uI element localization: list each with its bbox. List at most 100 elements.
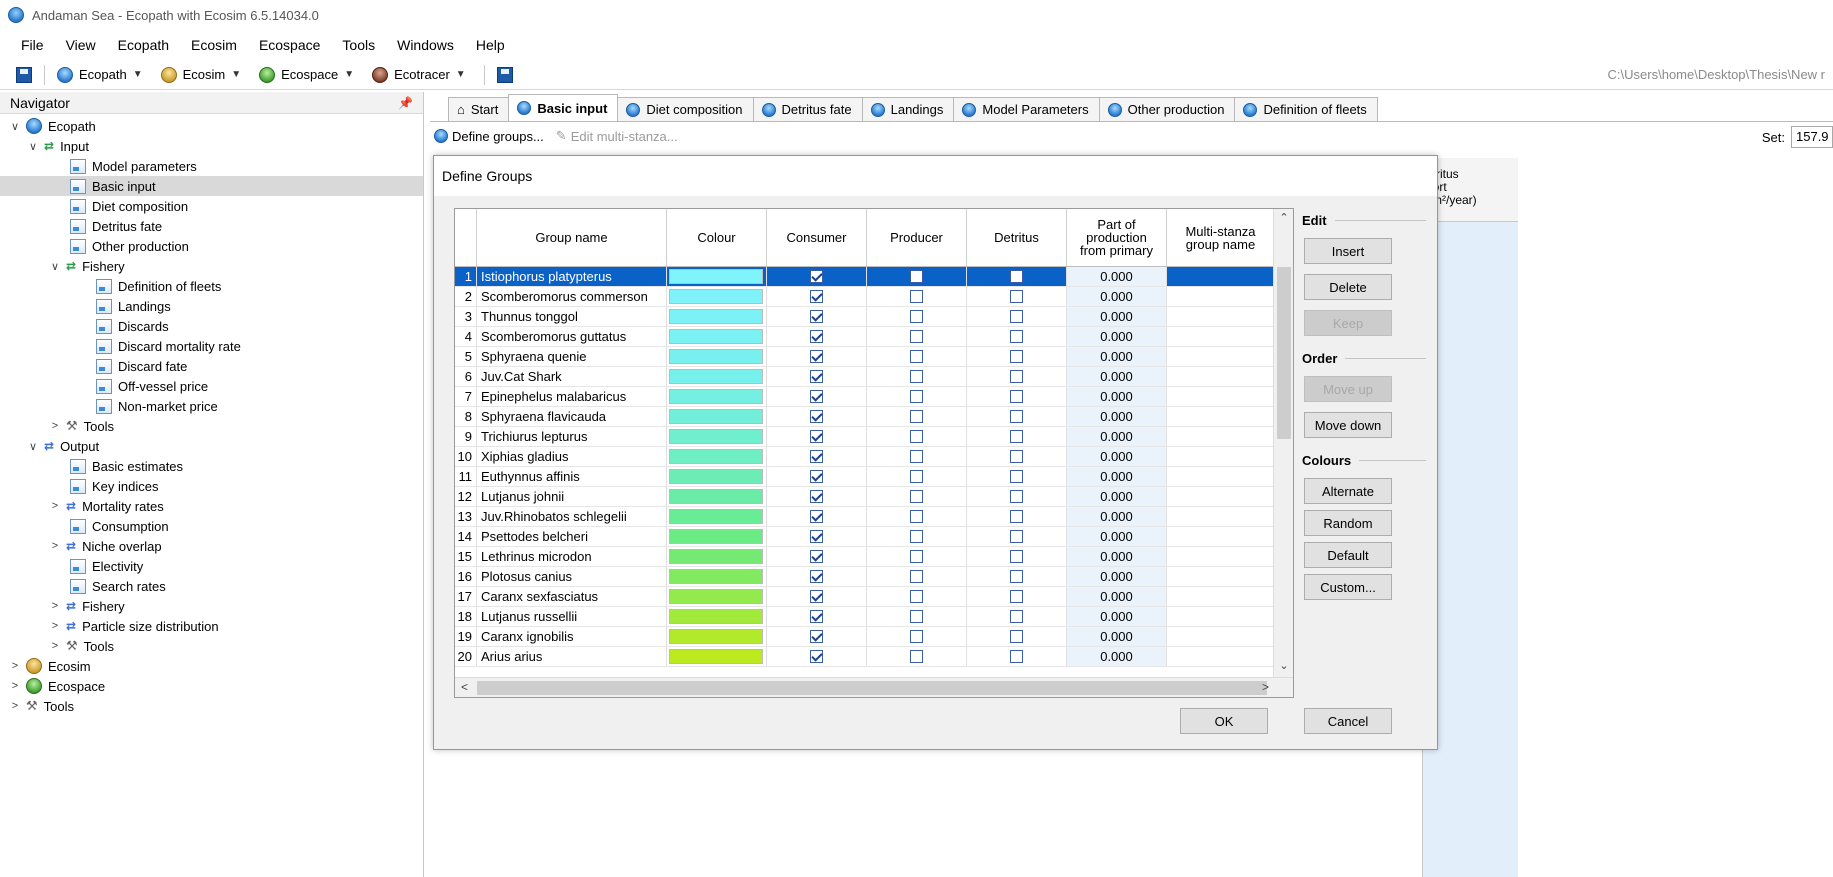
consumer-cell[interactable] [767, 527, 867, 546]
detritus-cell[interactable] [967, 647, 1067, 666]
consumer-checkbox[interactable] [810, 430, 823, 443]
detritus-checkbox[interactable] [1010, 270, 1023, 283]
producer-cell[interactable] [867, 487, 967, 506]
detritus-cell[interactable] [967, 407, 1067, 426]
part-of-production-cell[interactable]: 0.000 [1067, 347, 1167, 366]
detritus-checkbox[interactable] [1010, 350, 1023, 363]
scroll-down-icon[interactable]: ⌄ [1274, 659, 1293, 677]
producer-cell[interactable] [867, 307, 967, 326]
expand-down-icon[interactable]: ∨ [26, 440, 40, 453]
expand-right-icon[interactable]: > [48, 640, 62, 652]
producer-cell[interactable] [867, 627, 967, 646]
producer-checkbox[interactable] [910, 570, 923, 583]
expand-right-icon[interactable]: > [48, 600, 62, 612]
col-header-colour[interactable]: Colour [667, 209, 767, 266]
consumer-checkbox[interactable] [810, 470, 823, 483]
table-row[interactable]: 2 Scomberomorus commerson 0.000 [455, 287, 1275, 307]
detritus-checkbox[interactable] [1010, 650, 1023, 663]
ecosim-dropdown-button[interactable]: Ecosim ▼ [155, 65, 254, 85]
random-button[interactable]: Random [1304, 510, 1392, 536]
group-name-cell[interactable]: Juv.Rhinobatos schlegelii [477, 507, 667, 526]
detritus-cell[interactable] [967, 287, 1067, 306]
save-button[interactable] [10, 65, 38, 85]
nav-item[interactable]: > Ecosim [0, 656, 423, 676]
consumer-checkbox[interactable] [810, 570, 823, 583]
insert-button[interactable]: Insert [1304, 238, 1392, 264]
multistanza-cell[interactable] [1167, 567, 1275, 586]
consumer-checkbox[interactable] [810, 390, 823, 403]
tab-diet-composition[interactable]: Diet composition [617, 97, 754, 121]
multistanza-cell[interactable] [1167, 327, 1275, 346]
expand-right-icon[interactable]: > [48, 500, 62, 512]
consumer-checkbox[interactable] [810, 490, 823, 503]
detritus-cell[interactable] [967, 487, 1067, 506]
nav-item[interactable]: Discard mortality rate [0, 336, 423, 356]
menu-ecosim[interactable]: Ecosim [180, 33, 248, 57]
producer-checkbox[interactable] [910, 290, 923, 303]
multistanza-cell[interactable] [1167, 487, 1275, 506]
producer-cell[interactable] [867, 567, 967, 586]
grid-vertical-scrollbar[interactable]: ⌃ ⌄ [1273, 209, 1293, 679]
producer-checkbox[interactable] [910, 650, 923, 663]
save-as-button[interactable] [491, 65, 519, 85]
nav-item[interactable]: Basic estimates [0, 456, 423, 476]
detritus-cell[interactable] [967, 507, 1067, 526]
group-name-cell[interactable]: Sphyraena quenie [477, 347, 667, 366]
part-of-production-cell[interactable]: 0.000 [1067, 267, 1167, 286]
table-row[interactable]: 14 Psettodes belcheri 0.000 [455, 527, 1275, 547]
nav-item[interactable]: Electivity [0, 556, 423, 576]
multistanza-cell[interactable] [1167, 267, 1275, 286]
nav-item[interactable]: > ⚒ Tools [0, 696, 423, 716]
consumer-cell[interactable] [767, 327, 867, 346]
producer-cell[interactable] [867, 507, 967, 526]
producer-cell[interactable] [867, 327, 967, 346]
producer-cell[interactable] [867, 447, 967, 466]
group-name-cell[interactable]: Lutjanus russellii [477, 607, 667, 626]
colour-cell[interactable] [667, 567, 767, 586]
part-of-production-cell[interactable]: 0.000 [1067, 487, 1167, 506]
detritus-checkbox[interactable] [1010, 410, 1023, 423]
detritus-checkbox[interactable] [1010, 590, 1023, 603]
menu-help[interactable]: Help [465, 33, 516, 57]
part-of-production-cell[interactable]: 0.000 [1067, 287, 1167, 306]
detritus-checkbox[interactable] [1010, 630, 1023, 643]
detritus-cell[interactable] [967, 527, 1067, 546]
col-header-detritus[interactable]: Detritus [967, 209, 1067, 266]
nav-item[interactable]: Other production [0, 236, 423, 256]
consumer-cell[interactable] [767, 447, 867, 466]
nav-item[interactable]: Key indices [0, 476, 423, 496]
consumer-cell[interactable] [767, 607, 867, 626]
consumer-cell[interactable] [767, 347, 867, 366]
consumer-checkbox[interactable] [810, 550, 823, 563]
producer-checkbox[interactable] [910, 370, 923, 383]
colour-cell[interactable] [667, 427, 767, 446]
producer-cell[interactable] [867, 587, 967, 606]
col-header-group-name[interactable]: Group name [477, 209, 667, 266]
expand-right-icon[interactable]: > [48, 620, 62, 632]
menu-file[interactable]: File [10, 33, 55, 57]
scroll-thumb[interactable] [477, 681, 1267, 695]
consumer-cell[interactable] [767, 487, 867, 506]
detritus-checkbox[interactable] [1010, 330, 1023, 343]
part-of-production-cell[interactable]: 0.000 [1067, 427, 1167, 446]
consumer-cell[interactable] [767, 287, 867, 306]
table-row[interactable]: 12 Lutjanus johnii 0.000 [455, 487, 1275, 507]
cancel-button[interactable]: Cancel [1304, 708, 1392, 734]
colour-cell[interactable] [667, 527, 767, 546]
table-row[interactable]: 15 Lethrinus microdon 0.000 [455, 547, 1275, 567]
group-name-cell[interactable]: Trichiurus lepturus [477, 427, 667, 446]
table-row[interactable]: 1 Istiophorus platypterus 0.000 [455, 267, 1275, 287]
multistanza-cell[interactable] [1167, 387, 1275, 406]
producer-cell[interactable] [867, 287, 967, 306]
expand-down-icon[interactable]: ∨ [26, 140, 40, 153]
detritus-checkbox[interactable] [1010, 510, 1023, 523]
consumer-checkbox[interactable] [810, 590, 823, 603]
producer-checkbox[interactable] [910, 470, 923, 483]
nav-item[interactable]: Discards [0, 316, 423, 336]
detritus-cell[interactable] [967, 427, 1067, 446]
move-up-button[interactable]: Move up [1304, 376, 1392, 402]
delete-button[interactable]: Delete [1304, 274, 1392, 300]
detritus-cell[interactable] [967, 567, 1067, 586]
table-row[interactable]: 5 Sphyraena quenie 0.000 [455, 347, 1275, 367]
detritus-checkbox[interactable] [1010, 610, 1023, 623]
